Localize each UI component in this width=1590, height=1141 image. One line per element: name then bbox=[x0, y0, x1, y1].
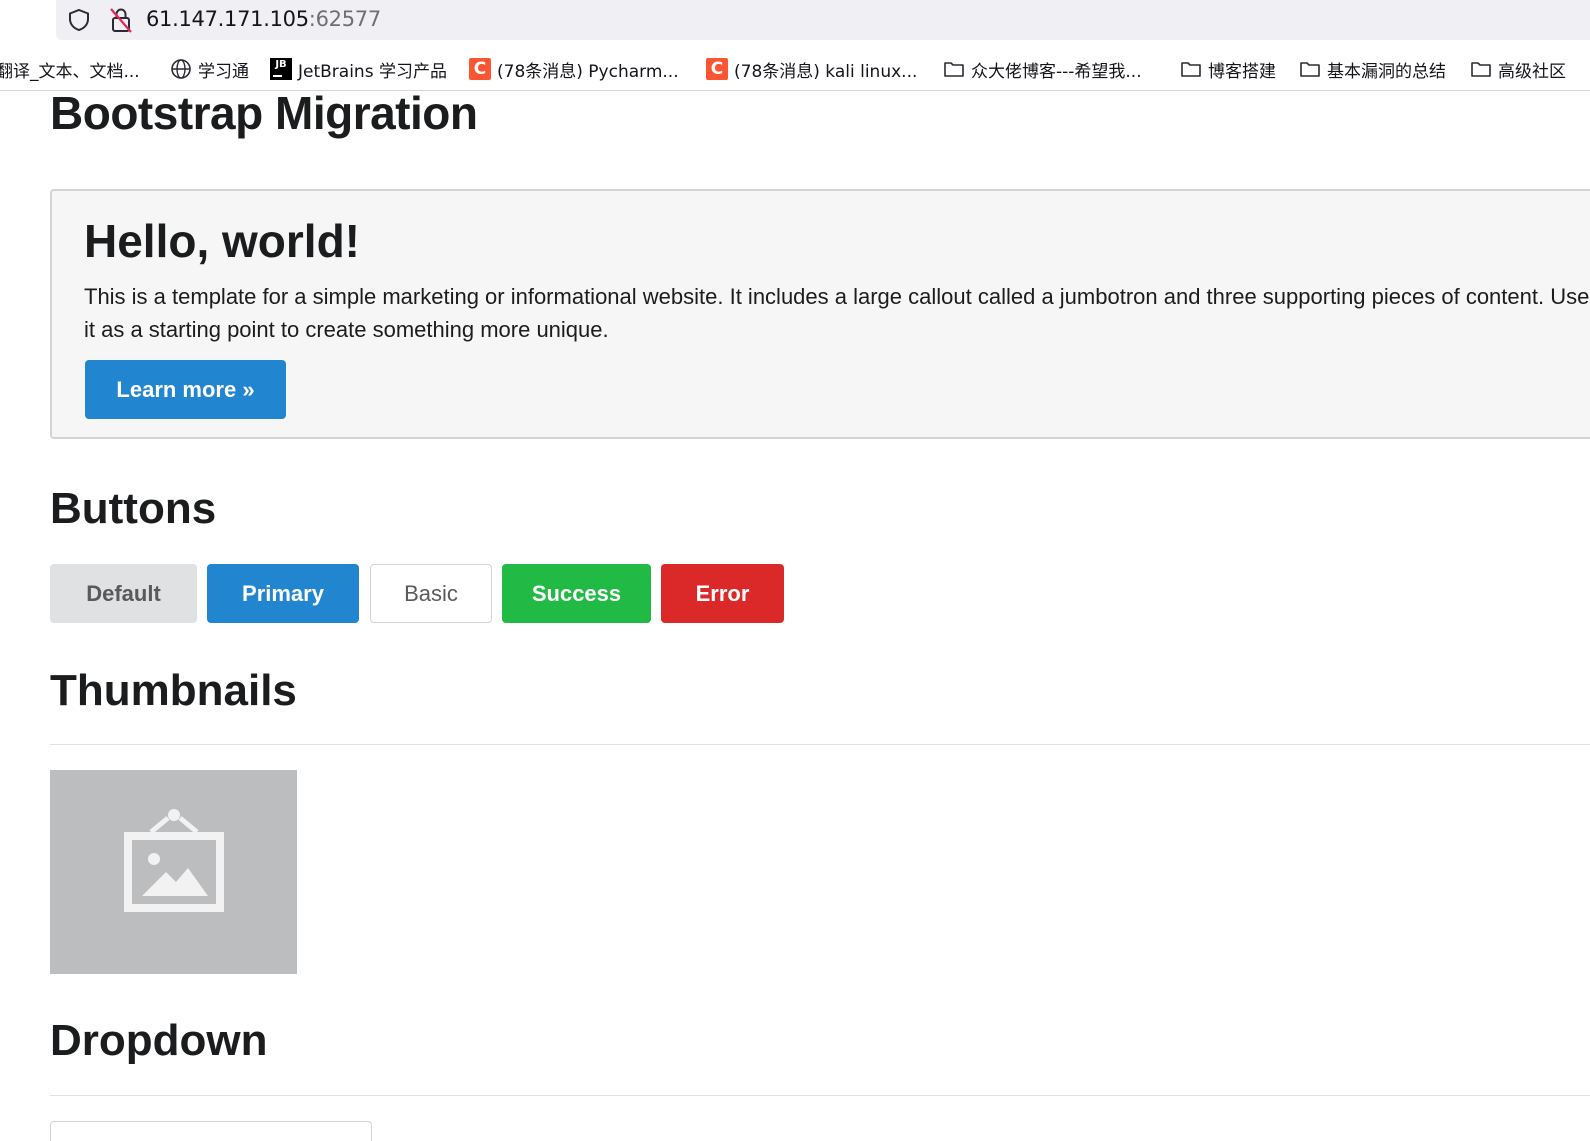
bookmark-folder-blog-setup[interactable]: 博客搭建 bbox=[1180, 56, 1276, 82]
bookmarks-toolbar: 翻译_文本、文档... 学习通 JB JetBrains 学习产品 C (78条… bbox=[0, 48, 1590, 91]
bookmark-translate[interactable]: 翻译_文本、文档... bbox=[0, 56, 140, 82]
dropdown-menu[interactable] bbox=[50, 1121, 372, 1141]
folder-icon bbox=[1180, 59, 1202, 79]
bookmark-label: JetBrains 学习产品 bbox=[298, 61, 447, 82]
bookmark-label: 学习通 bbox=[198, 61, 249, 82]
jumbotron-text: This is a template for a simple marketin… bbox=[84, 284, 1590, 342]
bookmark-label: 博客搭建 bbox=[1208, 61, 1276, 82]
bookmark-label: 基本漏洞的总结 bbox=[1327, 61, 1446, 82]
bookmark-label: (78条消息) kali linux... bbox=[734, 61, 918, 82]
thumbnails-divider bbox=[50, 744, 1590, 745]
success-button[interactable]: Success bbox=[502, 564, 651, 623]
page-title: Bootstrap Migration bbox=[50, 87, 478, 139]
csdn-icon: C bbox=[469, 58, 491, 80]
learn-more-button[interactable]: Learn more » bbox=[85, 360, 286, 419]
jumbotron-heading: Hello, world! bbox=[84, 215, 360, 267]
buttons-heading: Buttons bbox=[50, 484, 217, 533]
csdn-icon: C bbox=[706, 58, 728, 80]
jetbrains-icon: JB bbox=[270, 58, 292, 80]
insecure-lock-icon[interactable] bbox=[108, 6, 134, 34]
image-placeholder-icon bbox=[124, 809, 224, 912]
thumbnails-heading: Thumbnails bbox=[50, 666, 297, 715]
bookmark-pycharm[interactable]: C (78条消息) Pycharm... bbox=[469, 56, 679, 82]
csdn-icon-text: C bbox=[706, 58, 728, 80]
default-button[interactable]: Default bbox=[50, 564, 197, 623]
dropdown-heading: Dropdown bbox=[50, 1016, 268, 1065]
url-text[interactable]: 61.147.171.105:62577 bbox=[146, 7, 381, 31]
thumbnail-image[interactable] bbox=[50, 770, 297, 974]
bookmark-label: 高级社区 bbox=[1498, 61, 1566, 82]
bookmark-label: (78条消息) Pycharm... bbox=[497, 61, 679, 82]
folder-icon bbox=[1470, 59, 1492, 79]
url-port: :62577 bbox=[308, 7, 381, 31]
shield-icon[interactable] bbox=[66, 7, 92, 33]
folder-icon bbox=[1299, 59, 1321, 79]
bookmark-label: 众大佬博客---希望我... bbox=[971, 61, 1142, 82]
jetbrains-icon-text: JB bbox=[270, 58, 292, 80]
bookmark-kali[interactable]: C (78条消息) kali linux... bbox=[706, 56, 917, 82]
url-host: 61.147.171.105 bbox=[146, 7, 309, 31]
csdn-icon-text: C bbox=[469, 58, 491, 80]
bookmark-folder-blogs[interactable]: 众大佬博客---希望我... bbox=[943, 56, 1142, 82]
bookmark-label: 翻译_文本、文档... bbox=[0, 61, 140, 82]
globe-icon bbox=[170, 58, 192, 80]
bookmark-xuexitong[interactable]: 学习通 bbox=[170, 56, 249, 82]
dropdown-divider bbox=[50, 1095, 1590, 1096]
basic-button[interactable]: Basic bbox=[370, 564, 492, 623]
error-button[interactable]: Error bbox=[661, 564, 784, 623]
primary-button[interactable]: Primary bbox=[207, 564, 359, 623]
folder-icon bbox=[943, 59, 965, 79]
bookmark-folder-community[interactable]: 高级社区 bbox=[1470, 56, 1566, 82]
bookmark-jetbrains[interactable]: JB JetBrains 学习产品 bbox=[270, 56, 447, 82]
browser-url-bar: 61.147.171.105:62577 bbox=[0, 0, 1590, 42]
bookmark-folder-vulns[interactable]: 基本漏洞的总结 bbox=[1299, 56, 1446, 82]
